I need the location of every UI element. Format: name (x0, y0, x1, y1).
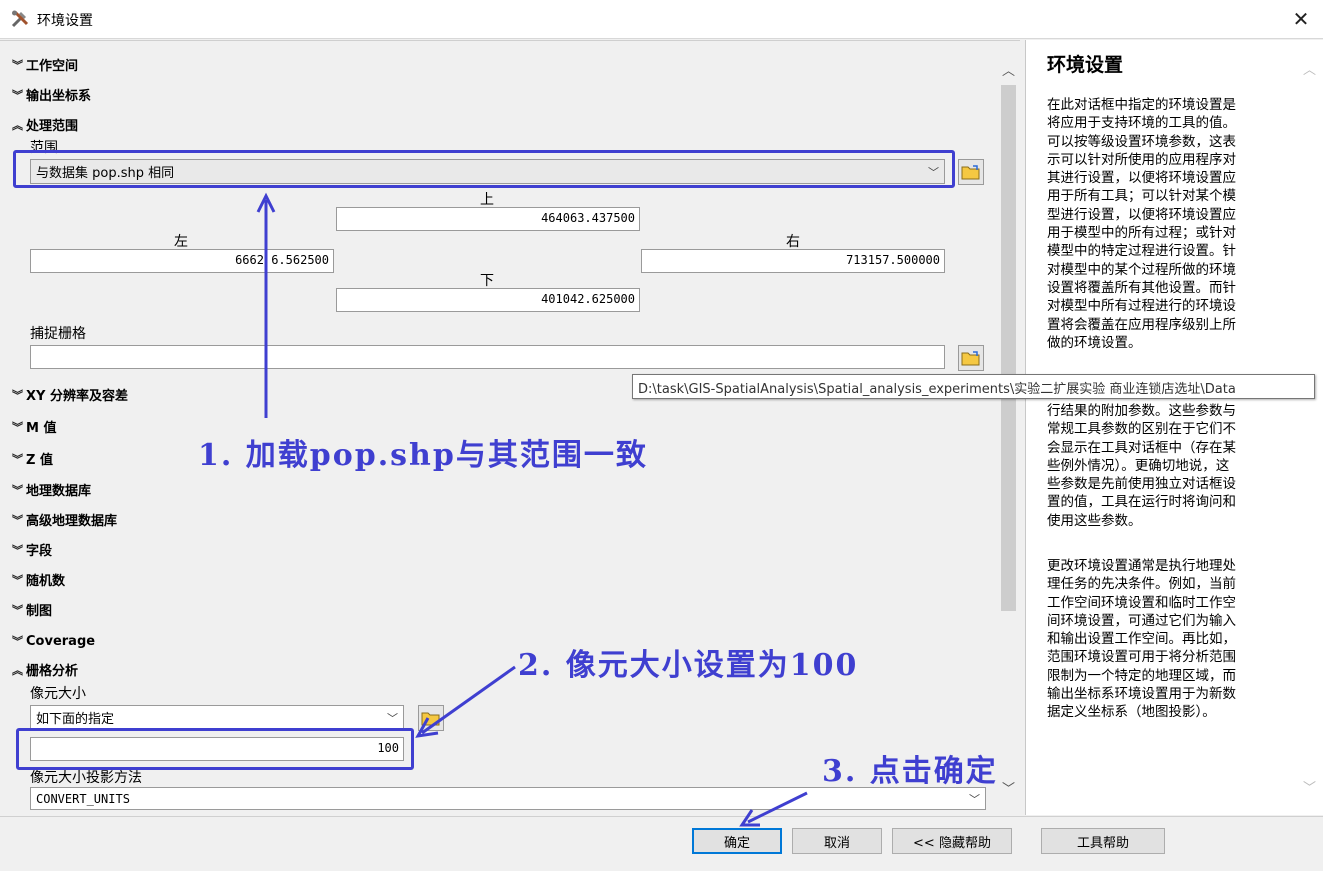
chevron-down-icon: ︾ (12, 513, 23, 527)
help-pane: 环境设置 在此对话框中指定的环境设置是 将应用于支持环境的工具的值。 可以按等级设置… (1025, 40, 1323, 815)
help-scrollbar[interactable]: ︿ ﹀ (1300, 54, 1319, 796)
help-paragraph-3: 更改环境设置通常是执行地理处 理任务的先决条件。例如，当前 工作空间环境设置和临时工… (1047, 558, 1236, 721)
button-bar: 确定 取消 << 隐藏帮助 工具帮助 (0, 816, 1323, 871)
chevron-down-icon: ︾ (12, 543, 23, 557)
cell-size-option: 如下面的指定 (36, 712, 115, 727)
help-paragraph-2: 行结果的附加参数。这些参数与 常规工具参数的区别在于它们不 会显示在工具对话框中（存… (1047, 403, 1236, 529)
extent-bottom-label: 下 (480, 273, 494, 289)
extent-left-input[interactable]: 6662 6.562500 (30, 249, 334, 273)
scroll-down-icon[interactable]: ﹀ (1300, 776, 1319, 796)
extent-top-input[interactable]: 464063.437500 (336, 207, 640, 231)
chevron-down-icon: ︾ (12, 635, 23, 648)
projection-method-label: 像元大小投影方法 (30, 770, 142, 786)
chevron-down-icon: ︾ (12, 452, 23, 466)
section-advanced-geodatabase[interactable]: ︾ 高级地理数据库 (12, 510, 117, 530)
chevron-down-icon: ︾ (12, 388, 23, 402)
window-title: 环境设置 (37, 13, 93, 29)
section-raster-analysis[interactable]: ︽ 栅格分析 (12, 660, 78, 680)
tool-help-button[interactable]: 工具帮助 (1041, 828, 1165, 854)
annotation-step1: 1. 加载pop.shp与其范围一致 (198, 438, 648, 473)
cell-size-dropdown[interactable]: 如下面的指定 ﹀ (30, 705, 404, 730)
section-coverage[interactable]: ︾ Coverage (12, 633, 95, 649)
chevron-down-icon: ﹀ (969, 792, 980, 806)
chevron-down-icon: ︾ (12, 88, 23, 102)
chevron-up-icon: ︽ (12, 118, 23, 132)
cell-size-input[interactable]: 100 (30, 737, 404, 761)
section-z-values[interactable]: ︾ Z 值 (12, 449, 53, 469)
extent-top-label: 上 (480, 192, 494, 208)
section-workspace[interactable]: ︾ 工作空间 (12, 55, 78, 75)
section-cartography[interactable]: ︾ 制图 (12, 600, 52, 620)
section-geodatabase[interactable]: ︾ 地理数据库 (12, 480, 91, 500)
snap-raster-browse-button[interactable] (958, 345, 984, 371)
chevron-down-icon: ﹀ (928, 165, 939, 179)
section-output-coords[interactable]: ︾ 输出坐标系 (12, 85, 91, 105)
chevron-down-icon: ︾ (12, 483, 23, 497)
extent-bottom-input[interactable]: 401042.625000 (336, 288, 640, 312)
extent-left-label: 左 (174, 234, 188, 250)
snap-raster-input[interactable] (30, 345, 945, 369)
section-m-values[interactable]: ︾ M 值 (12, 417, 56, 437)
section-xy-resolution[interactable]: ︾ XY 分辨率及容差 (12, 385, 128, 405)
annotation-step3: 3. 点击确定 (822, 754, 998, 789)
hide-help-button[interactable]: << 隐藏帮助 (892, 828, 1012, 854)
projection-method-dropdown[interactable]: CONVERT_UNITS ﹀ (30, 787, 986, 810)
section-fields[interactable]: ︾ 字段 (12, 540, 52, 560)
cell-size-browse-button[interactable] (418, 705, 444, 731)
folder-icon (421, 712, 440, 726)
section-random-numbers[interactable]: ︾ 随机数 (12, 570, 65, 590)
projection-method-value: CONVERT_UNITS (36, 791, 130, 806)
annotation-step2: 2. 像元大小设置为100 (518, 648, 859, 683)
cell-size-label: 像元大小 (30, 686, 86, 702)
extent-dropdown[interactable]: 与数据集 pop.shp 相同 ﹀ (30, 159, 945, 184)
chevron-down-icon: ︾ (12, 603, 23, 617)
scroll-down-icon[interactable]: ﹀ (999, 777, 1018, 797)
scroll-thumb[interactable] (1001, 85, 1016, 611)
close-button[interactable]: ✕ (1284, 4, 1318, 34)
title-bar: 环境设置 ✕ (0, 0, 1323, 39)
settings-scrollbar[interactable]: ︿ ﹀ (999, 55, 1018, 797)
ok-button[interactable]: 确定 (692, 828, 782, 854)
cancel-button[interactable]: 取消 (792, 828, 882, 854)
chevron-down-icon: ︾ (12, 420, 23, 434)
chevron-up-icon: ︽ (12, 663, 23, 677)
extent-browse-button[interactable] (958, 159, 984, 185)
section-processing-extent[interactable]: ︽ 处理范围 (12, 115, 78, 135)
help-paragraph-1: 在此对话框中指定的环境设置是 将应用于支持环境的工具的值。 可以按等级设置环境参数，… (1047, 97, 1236, 351)
snap-raster-label: 捕捉栅格 (30, 326, 86, 342)
close-icon: ✕ (1292, 7, 1310, 31)
extent-right-input[interactable]: 713157.500000 (641, 249, 945, 273)
scroll-up-icon[interactable]: ︿ (1300, 58, 1319, 78)
path-tooltip: D:\task\GIS-SpatialAnalysis\Spatial_anal… (632, 374, 1315, 399)
scroll-up-icon[interactable]: ︿ (999, 59, 1018, 79)
folder-icon (961, 351, 980, 366)
extent-selected-value: 与数据集 pop.shp 相同 (36, 166, 175, 181)
extent-label: 范围 (30, 140, 58, 156)
extent-right-label: 右 (786, 234, 800, 250)
chevron-down-icon: ﹀ (387, 711, 398, 725)
settings-pane: ︾ 工作空间 ︾ 输出坐标系 ︽ 处理范围 范围 与数据集 pop.shp 相同… (0, 40, 1020, 816)
chevron-down-icon: ︾ (12, 573, 23, 587)
help-title: 环境设置 (1047, 54, 1124, 76)
chevron-down-icon: ︾ (12, 58, 23, 72)
folder-icon (961, 165, 980, 180)
tools-icon (10, 9, 30, 29)
